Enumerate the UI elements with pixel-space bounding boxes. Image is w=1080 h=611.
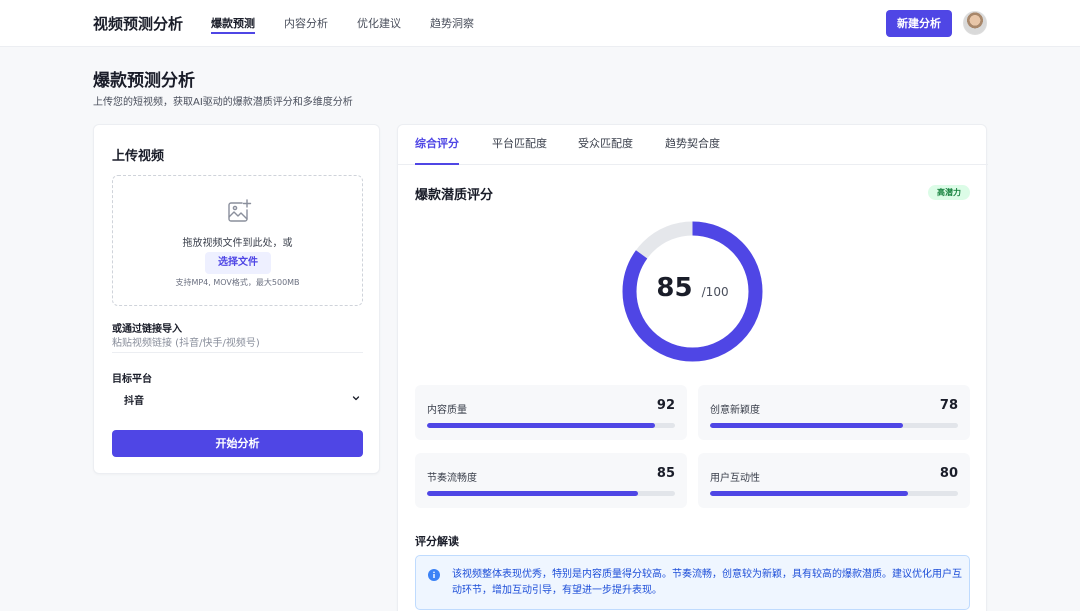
nav-content-analysis[interactable]: 内容分析 bbox=[284, 0, 328, 47]
metric-card: 内容质量 92 bbox=[415, 385, 687, 440]
metric-bar bbox=[427, 491, 675, 496]
nav-prediction[interactable]: 爆款预测 bbox=[211, 0, 255, 47]
info-icon bbox=[428, 569, 440, 581]
metric-card: 创意新颖度 78 bbox=[698, 385, 970, 440]
results-card: 综合评分 平台匹配度 受众匹配度 趋势契合度 爆款潜质评分 高潜力 85 /10… bbox=[397, 124, 988, 611]
dropzone-hint: 支持MP4, MOV格式，最大500MB bbox=[175, 278, 300, 287]
interpretation-text: 该视频整体表现优秀，特别是内容质量得分较高。节奏流畅，创意较为新颖，具有较高的爆… bbox=[452, 569, 962, 596]
results-tabs: 综合评分 平台匹配度 受众匹配度 趋势契合度 bbox=[398, 125, 988, 165]
tab-trend-fit[interactable]: 趋势契合度 bbox=[665, 125, 720, 165]
interpretation-box: 该视频整体表现优秀，特别是内容质量得分较高。节奏流畅，创意较为新颖，具有较高的爆… bbox=[415, 555, 970, 610]
metric-bar bbox=[710, 423, 958, 428]
metric-bar bbox=[427, 423, 675, 428]
dropzone-text: 拖放视频文件到此处，或 bbox=[182, 238, 293, 249]
link-input[interactable] bbox=[112, 335, 363, 353]
metric-bar-fill bbox=[710, 491, 909, 496]
score-max: /100 bbox=[701, 285, 729, 299]
metric-card: 节奏流畅度 85 bbox=[415, 453, 687, 508]
metric-value: 80 bbox=[939, 466, 958, 481]
nav-optimization[interactable]: 优化建议 bbox=[357, 0, 401, 47]
app-title: 视频预测分析 bbox=[93, 15, 184, 33]
upload-card: 上传视频 拖放视频文件到此处，或 选择文件 支持MP4, MOV格式，最大500… bbox=[93, 124, 380, 474]
metric-value: 78 bbox=[939, 398, 958, 413]
metric-card: 用户互动性 80 bbox=[698, 453, 970, 508]
page-title: 爆款预测分析 bbox=[93, 71, 195, 91]
page-subtitle: 上传您的短视频，获取AI驱动的爆款潜质评分和多维度分析 bbox=[93, 97, 353, 108]
metric-bar-fill bbox=[710, 423, 904, 428]
metric-label: 节奏流畅度 bbox=[427, 473, 477, 484]
metric-bar bbox=[710, 491, 958, 496]
metric-bar-fill bbox=[427, 491, 638, 496]
metric-bar-fill bbox=[427, 423, 656, 428]
metric-label: 创意新颖度 bbox=[710, 405, 760, 416]
upload-title: 上传视频 bbox=[112, 149, 165, 164]
platform-label: 目标平台 bbox=[112, 374, 152, 385]
metric-value: 85 bbox=[656, 466, 675, 481]
start-analysis-button[interactable]: 开始分析 bbox=[112, 430, 363, 457]
interpretation-title: 评分解读 bbox=[415, 535, 459, 548]
metric-label: 内容质量 bbox=[427, 405, 467, 416]
nav-trends[interactable]: 趋势洞察 bbox=[430, 0, 474, 47]
metric-value: 92 bbox=[656, 398, 675, 413]
platform-select[interactable]: 抖音 bbox=[112, 389, 363, 409]
score-value: 85 bbox=[656, 273, 693, 303]
tab-platform-match[interactable]: 平台匹配度 bbox=[492, 125, 547, 165]
choose-file-button[interactable]: 选择文件 bbox=[205, 252, 271, 274]
score-donut: 85 /100 bbox=[620, 219, 765, 364]
metric-label: 用户互动性 bbox=[710, 473, 760, 484]
link-import-label: 或通过链接导入 bbox=[112, 324, 182, 335]
new-analysis-button[interactable]: 新建分析 bbox=[886, 10, 952, 37]
image-plus-icon bbox=[228, 199, 252, 222]
top-bar: 视频预测分析 爆款预测 内容分析 优化建议 趋势洞察 新建分析 bbox=[0, 0, 1080, 47]
main-nav: 爆款预测 内容分析 优化建议 趋势洞察 bbox=[211, 0, 503, 47]
platform-select-value: 抖音 bbox=[124, 396, 144, 407]
status-badge: 高潜力 bbox=[928, 185, 970, 200]
score-title: 爆款潜质评分 bbox=[415, 188, 494, 203]
chevron-down-icon bbox=[352, 396, 360, 401]
score-value-wrap: 85 /100 bbox=[620, 273, 765, 303]
tab-audience-match[interactable]: 受众匹配度 bbox=[578, 125, 633, 165]
upload-dropzone[interactable]: 拖放视频文件到此处，或 选择文件 支持MP4, MOV格式，最大500MB bbox=[112, 175, 363, 306]
tab-overall[interactable]: 综合评分 bbox=[415, 125, 459, 165]
avatar[interactable] bbox=[963, 11, 987, 35]
